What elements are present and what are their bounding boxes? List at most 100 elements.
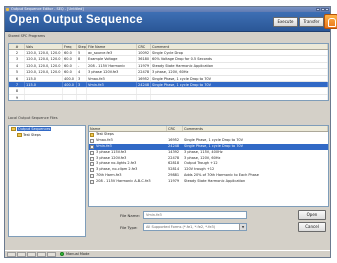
row-vals: 115.0	[25, 81, 63, 88]
row-comment	[151, 88, 328, 94]
status-cell	[7, 251, 16, 257]
file-name-input[interactable]: Vmin.fe3	[143, 211, 247, 219]
file-crc-cell: 11979	[168, 179, 180, 184]
row-crc	[137, 94, 151, 100]
col-header-vals[interactable]: Vals	[25, 44, 63, 49]
row-step: 3	[77, 75, 87, 81]
close-icon[interactable]	[325, 7, 329, 11]
row-freq: 60.0	[63, 62, 77, 69]
status-cell	[27, 251, 36, 257]
row-vals: 120.0, 120.0, 120.0	[25, 69, 63, 75]
col-header-file[interactable]: File Name	[87, 44, 137, 49]
row-comment: Single Cycle Drop	[151, 50, 328, 56]
status-led-icon	[60, 252, 64, 256]
folder-icon	[90, 133, 94, 137]
table-row[interactable]: 9	[9, 94, 328, 100]
chevron-down-icon[interactable]: ▼	[239, 224, 246, 230]
row-vals: 120.0, 120.0, 120.0	[25, 50, 63, 56]
row-file: 3 phase 120V.fe3	[87, 69, 137, 75]
row-file	[87, 94, 137, 100]
row-freq: 60.0	[63, 50, 77, 56]
col-header-comment[interactable]: Comment	[151, 44, 328, 49]
row-freq: 60.0	[63, 69, 77, 75]
file-name-label: File Name:	[120, 213, 141, 218]
file-name-text: 3 phase no-lights 2.fe3	[96, 161, 137, 166]
row-step: 5	[77, 50, 87, 56]
file-type-label: File Type:	[120, 225, 138, 230]
minimize-icon[interactable]	[316, 7, 320, 11]
file-name-text: 70th Harm.fe3	[96, 173, 122, 178]
row-step	[77, 88, 87, 94]
window-title: Output Sequence Editor - SEQ - [Untitled…	[11, 7, 84, 11]
col-header-name[interactable]: Name	[89, 126, 167, 131]
file-name-text: Vmax.fe3	[96, 137, 113, 142]
folder-icon	[17, 133, 22, 137]
program-table-body: 2 120.0, 120.0, 120.0 60.0 5 ac_source.fe3 10…	[9, 50, 328, 100]
cancel-button[interactable]: Cancel	[298, 222, 326, 232]
row-comment: Steady State Harmonic Application	[151, 62, 328, 69]
file-icon	[90, 168, 94, 173]
row-step: 3	[77, 81, 87, 88]
row-crc	[137, 88, 151, 94]
row-index: 2	[9, 50, 25, 56]
col-header-file-crc[interactable]: CRC	[167, 126, 183, 131]
row-crc: 22478	[138, 69, 151, 75]
tree-item-label: Output Sequences	[17, 127, 52, 131]
file-type-select[interactable]: All Supported Forms (*.fe1, *.fe2, *.fe3…	[143, 223, 247, 231]
file-name-text: 208 - 115V Harmonic A-B-C.fe3	[96, 179, 151, 184]
col-header-freq[interactable]: Freq	[63, 44, 77, 49]
transfer-button[interactable]: Transfer	[299, 17, 324, 27]
row-freq	[63, 88, 77, 94]
header-banner: Open Output Sequence Execute Transfer	[5, 12, 337, 32]
file-name-cell: 208 - 115V Harmonic A-B-C.fe3	[89, 179, 167, 185]
file-name-text: Vmin.fe3	[96, 143, 112, 148]
row-freq: 400.0	[63, 75, 77, 81]
col-header-index[interactable]: #	[9, 44, 25, 49]
program-table: # Vals Freq Step File Name CRC Comment 2…	[8, 43, 329, 101]
row-file: ac_source.fe3	[87, 50, 137, 56]
file-icon	[90, 138, 94, 143]
file-list: Name CRC Comments Test Steps Vmax.fe3 1695…	[88, 125, 329, 207]
row-index: 5	[9, 69, 25, 75]
tree-item[interactable]: Test Steps	[9, 132, 85, 138]
col-header-step[interactable]: Step	[77, 44, 87, 49]
execute-button[interactable]: Execute	[273, 17, 298, 27]
row-crc: 11979	[138, 62, 151, 69]
tree-item-label: Test Steps	[23, 133, 41, 137]
mode-status-text: Manual Mode	[66, 252, 90, 256]
row-index: 9	[9, 94, 25, 100]
row-step: 8	[77, 56, 87, 62]
file-name-text: 3 phase 115V.fe3	[96, 149, 127, 154]
open-button[interactable]: Open	[298, 210, 326, 220]
row-crc: 24248	[138, 81, 151, 88]
maximize-icon[interactable]	[320, 7, 325, 11]
folder-tree: Output Sequences Test Steps	[8, 125, 86, 237]
row-comment	[151, 94, 328, 100]
row-file: Example Voltage	[87, 56, 137, 62]
file-comment-cell: Steady State Harmonic Application	[184, 179, 246, 184]
row-index: 7	[9, 81, 25, 88]
row-comment: Single Phase, 1 cycle Drop to 70V	[151, 75, 328, 81]
list-item[interactable]: 208 - 115V Harmonic A-B-C.fe3 11979 Steady…	[89, 179, 328, 185]
local-files-panel: Output Sequences Test Steps Name CRC Comm…	[8, 125, 329, 237]
file-icon	[90, 180, 94, 185]
status-bar: Manual Mode	[5, 250, 330, 257]
status-cell	[47, 251, 56, 257]
file-name-text: Test Steps	[96, 132, 114, 136]
row-freq: 60.0	[63, 56, 77, 62]
col-header-comments[interactable]: Comments	[183, 126, 328, 131]
row-vals: 120.0, 120.0, 120.0	[25, 56, 63, 62]
row-index: 6	[9, 75, 25, 81]
row-comment: 3 phase, 120V, 60Hz	[151, 69, 328, 75]
programs-group-label: Stored SPC Programs	[8, 34, 46, 38]
row-vals: 115.0	[25, 75, 63, 81]
status-cell	[17, 251, 26, 257]
col-header-crc[interactable]: CRC	[137, 44, 151, 49]
row-file: Vmin.fe3	[87, 81, 137, 88]
window-controls	[316, 7, 329, 11]
brand-logo-icon	[324, 14, 337, 29]
file-icon	[90, 144, 94, 149]
file-icon	[90, 162, 94, 167]
file-name-text: 3 phase 120V.fe3	[96, 155, 127, 160]
row-crc: 16952	[138, 75, 151, 81]
